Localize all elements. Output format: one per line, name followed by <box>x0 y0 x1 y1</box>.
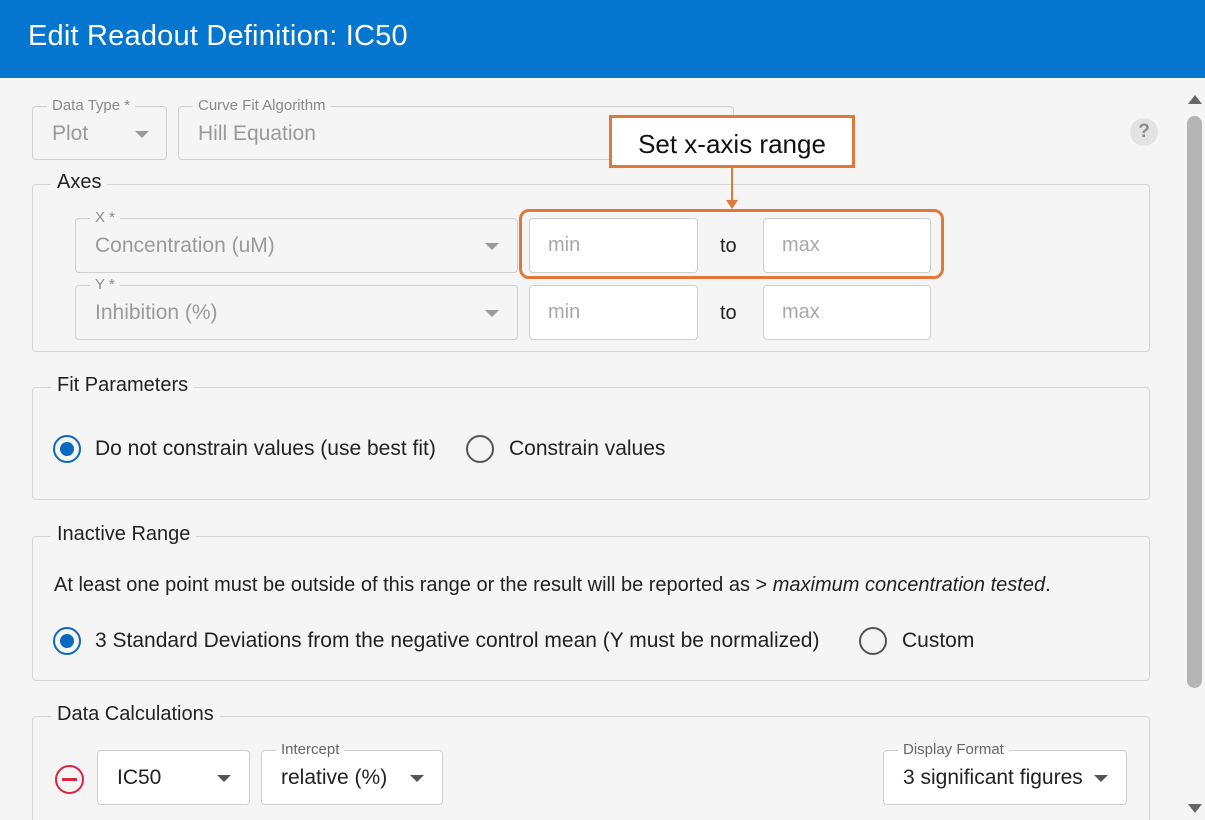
radio-3-std-dev[interactable] <box>53 627 81 655</box>
intercept-label: Intercept <box>276 741 345 759</box>
inactive-range-legend: Inactive Range <box>51 523 197 546</box>
radio-do-not-constrain[interactable] <box>53 435 81 463</box>
x-axis-label: X * <box>90 209 121 227</box>
data-type-label: Data Type * <box>47 97 136 115</box>
radio-constrain-values-label[interactable]: Constrain values <box>509 437 665 461</box>
intercept-value: relative (%) <box>281 766 388 789</box>
y-range-to: to <box>720 302 737 324</box>
display-format-select[interactable]: Display Format 3 significant figures <box>883 741 1127 805</box>
calculation-select[interactable]: IC50 <box>97 750 250 805</box>
dialog-header: Edit Readout Definition: IC50 <box>0 0 1205 78</box>
calculation-value: IC50 <box>117 766 162 789</box>
scroll-down-icon[interactable] <box>1188 804 1202 813</box>
data-type-select[interactable]: Data Type * Plot <box>32 97 167 160</box>
x-axis-value: Concentration (uM) <box>95 234 275 257</box>
inactive-range-note: At least one point must be outside of th… <box>54 574 1051 597</box>
data-calculations-legend: Data Calculations <box>51 703 220 726</box>
callout-arrow-head <box>726 200 738 209</box>
chevron-down-icon <box>135 131 149 138</box>
note-emphasis: maximum concentration tested <box>772 574 1046 596</box>
data-type-value: Plot <box>52 122 89 145</box>
x-range-highlight <box>519 209 944 279</box>
inactive-range-section: Inactive Range <box>32 523 1150 681</box>
axes-legend: Axes <box>51 171 108 194</box>
y-axis-value: Inhibition (%) <box>95 301 218 324</box>
remove-circle-icon[interactable] <box>55 765 84 794</box>
chevron-down-icon <box>410 775 424 782</box>
display-format-value: 3 significant figures <box>903 766 1083 789</box>
scroll-up-icon[interactable] <box>1188 95 1202 104</box>
note-prefix: At least one point must be outside of th… <box>54 574 773 596</box>
vertical-scrollbar[interactable] <box>1185 78 1205 820</box>
help-icon[interactable]: ? <box>1130 118 1158 146</box>
fit-parameters-legend: Fit Parameters <box>51 374 195 397</box>
intercept-select[interactable]: Intercept relative (%) <box>261 741 443 805</box>
radio-custom[interactable] <box>859 627 887 655</box>
y-axis-select[interactable]: Y * Inhibition (%) <box>75 276 518 340</box>
radio-3-std-dev-label[interactable]: 3 Standard Deviations from the negative … <box>95 629 819 653</box>
chevron-down-icon <box>485 243 499 250</box>
annotation-text: Set x-axis range <box>638 129 826 159</box>
y-max-input[interactable] <box>763 285 931 340</box>
y-axis-label: Y * <box>90 276 120 294</box>
callout-arrow-line <box>731 168 733 202</box>
y-max-field[interactable] <box>764 286 930 339</box>
chevron-down-icon <box>485 310 499 317</box>
chevron-down-icon <box>217 775 231 782</box>
radio-do-not-constrain-label[interactable]: Do not constrain values (use best fit) <box>95 437 436 461</box>
dialog-title: Edit Readout Definition: IC50 <box>28 20 408 52</box>
radio-constrain-values[interactable] <box>466 435 494 463</box>
annotation-callout: Set x-axis range <box>609 115 855 168</box>
note-suffix: . <box>1045 574 1051 596</box>
display-format-label: Display Format <box>898 741 1009 759</box>
y-min-field[interactable] <box>530 286 697 339</box>
chevron-down-icon <box>1094 775 1108 782</box>
curve-fit-label: Curve Fit Algorithm <box>193 97 331 115</box>
curve-fit-value: Hill Equation <box>198 122 316 145</box>
y-min-input[interactable] <box>529 285 698 340</box>
x-axis-select[interactable]: X * Concentration (uM) <box>75 209 518 273</box>
scrollbar-thumb[interactable] <box>1187 116 1202 688</box>
radio-custom-label[interactable]: Custom <box>902 629 974 653</box>
